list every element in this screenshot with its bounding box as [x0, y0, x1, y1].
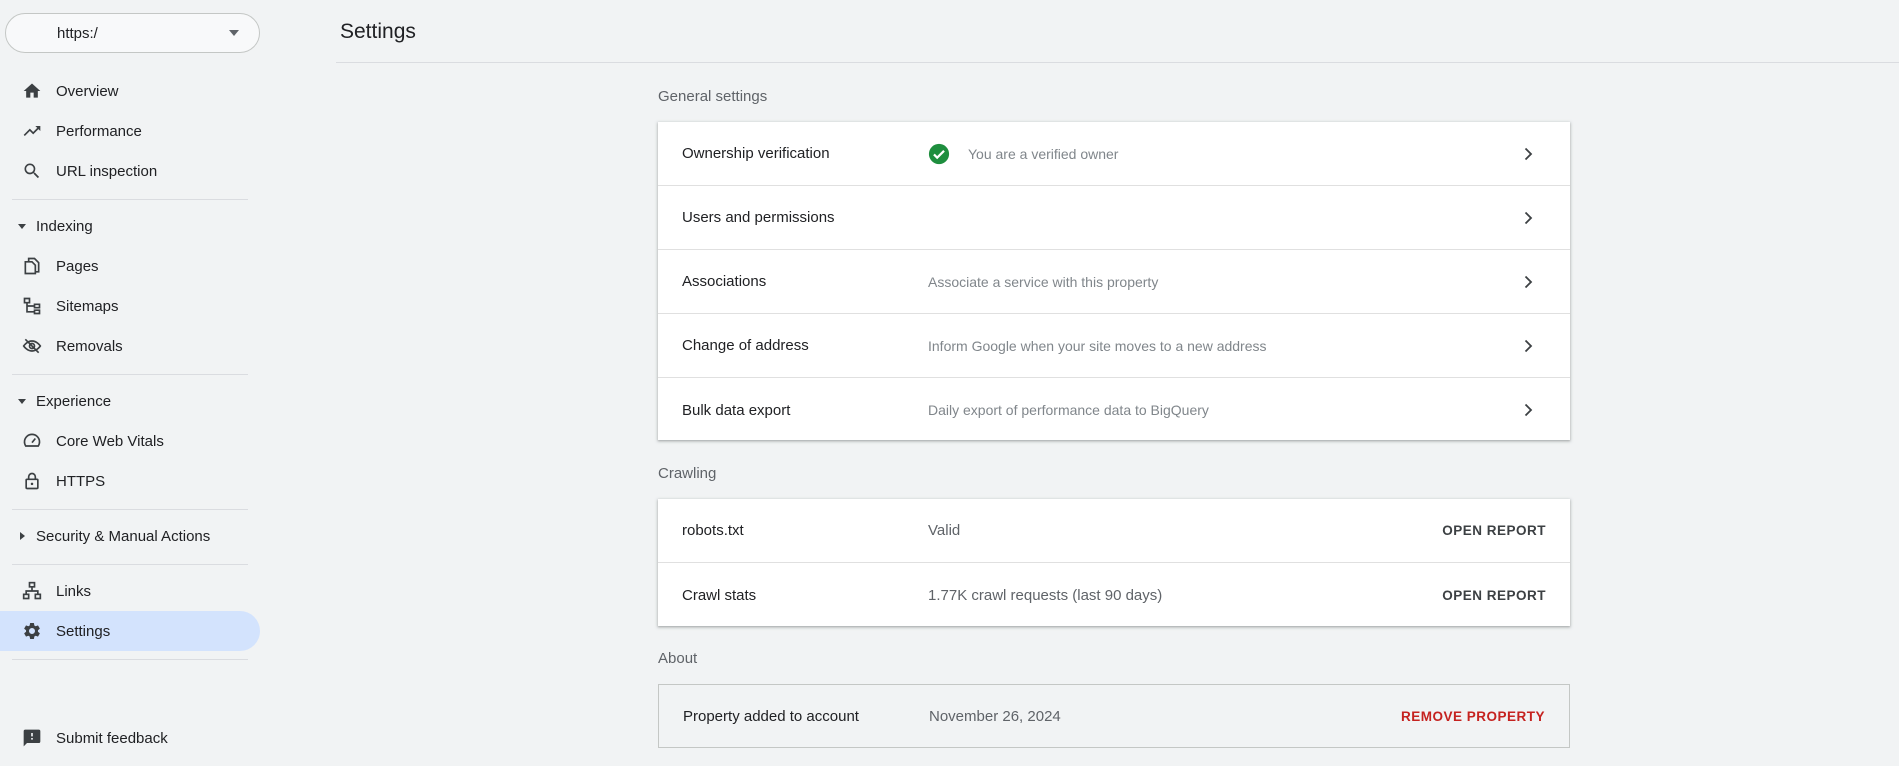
submit-feedback-button[interactable]: Submit feedback: [0, 718, 260, 758]
row-description: Associate a service with this property: [928, 273, 1159, 290]
row-title: Associations: [682, 273, 767, 290]
row-description: You are a verified owner: [968, 145, 1119, 162]
sidebar-item-label: HTTPS: [56, 472, 106, 490]
row-title: robots.txt: [682, 522, 744, 539]
chevron-right-icon: [1520, 274, 1536, 290]
sidebar-item-settings[interactable]: Settings: [0, 611, 260, 651]
row-title: Ownership verification: [682, 145, 830, 162]
row-description: Inform Google when your site moves to a …: [928, 337, 1267, 354]
about-card: Property added to account November 26, 2…: [658, 684, 1570, 748]
row-value: 1.77K crawl requests (last 90 days): [928, 586, 1163, 604]
triangle-down-icon: [17, 221, 27, 231]
row-title: Bulk data export: [682, 401, 791, 419]
sidebar-section-indexing[interactable]: Indexing: [0, 206, 260, 246]
sitemap-icon: [22, 296, 42, 316]
general-settings-heading: General settings: [658, 88, 768, 105]
crawling-row-crawl-stats: Crawl stats 1.77K crawl requests (last 9…: [658, 563, 1570, 627]
sidebar-divider: [12, 564, 248, 565]
sidebar-item-label: Removals: [56, 337, 123, 355]
feedback-icon: [22, 728, 42, 748]
sidebar-section-label: Experience: [36, 392, 112, 410]
gear-icon: [22, 621, 42, 641]
crawling-row-robots-txt: robots.txt Valid OPEN REPORT: [658, 499, 1570, 563]
sidebar-item-label: Core Web Vitals: [56, 432, 164, 450]
sidebar-item-label: Overview: [56, 82, 119, 100]
triangle-right-icon: [17, 531, 27, 541]
sidebar: https:/ Overview Performance URL inspect…: [0, 0, 262, 766]
sidebar-item-label: Sitemaps: [56, 297, 119, 315]
sidebar-divider: [12, 199, 248, 200]
about-heading: About: [658, 650, 698, 667]
chevron-right-icon: [1520, 338, 1536, 354]
general-settings-card: Ownership verification You are a verifie…: [658, 122, 1570, 440]
sidebar-section-label: Indexing: [36, 217, 93, 235]
row-value: November 26, 2024: [929, 707, 1061, 725]
sidebar-section-experience[interactable]: Experience: [0, 381, 260, 421]
triangle-down-icon: [17, 396, 27, 406]
links-icon: [22, 581, 42, 601]
page-title: Settings: [340, 20, 416, 43]
check-circle-icon: [928, 143, 950, 165]
pages-icon: [22, 256, 42, 276]
settings-row-bulk-data-export[interactable]: Bulk data export Daily export of perform…: [658, 378, 1570, 442]
sidebar-item-pages[interactable]: Pages: [0, 246, 260, 286]
sidebar-item-label: Settings: [56, 622, 111, 640]
open-report-button[interactable]: OPEN REPORT: [1442, 588, 1546, 603]
sidebar-section-label: Security & Manual Actions: [36, 527, 211, 545]
settings-row-users-and-permissions[interactable]: Users and permissions: [658, 186, 1570, 250]
home-icon: [22, 81, 42, 101]
search-icon: [22, 161, 42, 181]
chevron-right-icon: [1520, 146, 1536, 162]
chevron-right-icon: [1520, 210, 1536, 226]
sidebar-item-overview[interactable]: Overview: [0, 71, 260, 111]
sidebar-divider: [12, 659, 248, 660]
crawling-heading: Crawling: [658, 465, 717, 482]
property-selector[interactable]: https:/: [5, 13, 260, 53]
open-report-button[interactable]: OPEN REPORT: [1442, 523, 1546, 538]
visibility-off-icon: [22, 336, 42, 356]
sidebar-divider: [12, 509, 248, 510]
settings-row-change-of-address[interactable]: Change of address Inform Google when you…: [658, 314, 1570, 378]
remove-property-button[interactable]: REMOVE PROPERTY: [1401, 709, 1545, 724]
chevron-right-icon: [1520, 402, 1536, 418]
settings-row-ownership-verification[interactable]: Ownership verification You are a verifie…: [658, 122, 1570, 186]
sidebar-section-security[interactable]: Security & Manual Actions: [0, 516, 260, 556]
row-value: Valid: [928, 522, 961, 539]
submit-feedback-label: Submit feedback: [56, 729, 168, 747]
row-title: Change of address: [682, 337, 809, 354]
sidebar-item-https[interactable]: HTTPS: [0, 461, 260, 501]
sidebar-item-performance[interactable]: Performance: [0, 111, 260, 151]
sidebar-item-links[interactable]: Links: [0, 571, 260, 611]
settings-row-associations[interactable]: Associations Associate a service with th…: [658, 250, 1570, 314]
row-title: Property added to account: [683, 707, 859, 725]
sidebar-divider: [12, 374, 248, 375]
property-selector-value: https:/: [57, 24, 98, 42]
row-title: Crawl stats: [682, 586, 757, 604]
crawling-card: robots.txt Valid OPEN REPORT Crawl stats…: [658, 499, 1570, 626]
speedometer-icon: [22, 431, 42, 451]
header-divider: [336, 62, 1899, 63]
lock-icon: [22, 471, 42, 491]
row-description: Daily export of performance data to BigQ…: [928, 402, 1209, 418]
sidebar-item-label: Pages: [56, 257, 99, 275]
trending-up-icon: [22, 121, 42, 141]
sidebar-item-core-web-vitals[interactable]: Core Web Vitals: [0, 421, 260, 461]
caret-down-icon: [229, 30, 239, 36]
sidebar-item-label: Links: [56, 582, 92, 600]
sidebar-item-removals[interactable]: Removals: [0, 326, 260, 366]
row-title: Users and permissions: [682, 209, 835, 226]
sidebar-item-url-inspection[interactable]: URL inspection: [0, 151, 260, 191]
sidebar-item-label: Performance: [56, 122, 142, 140]
sidebar-item-sitemaps[interactable]: Sitemaps: [0, 286, 260, 326]
sidebar-item-label: URL inspection: [56, 162, 158, 180]
